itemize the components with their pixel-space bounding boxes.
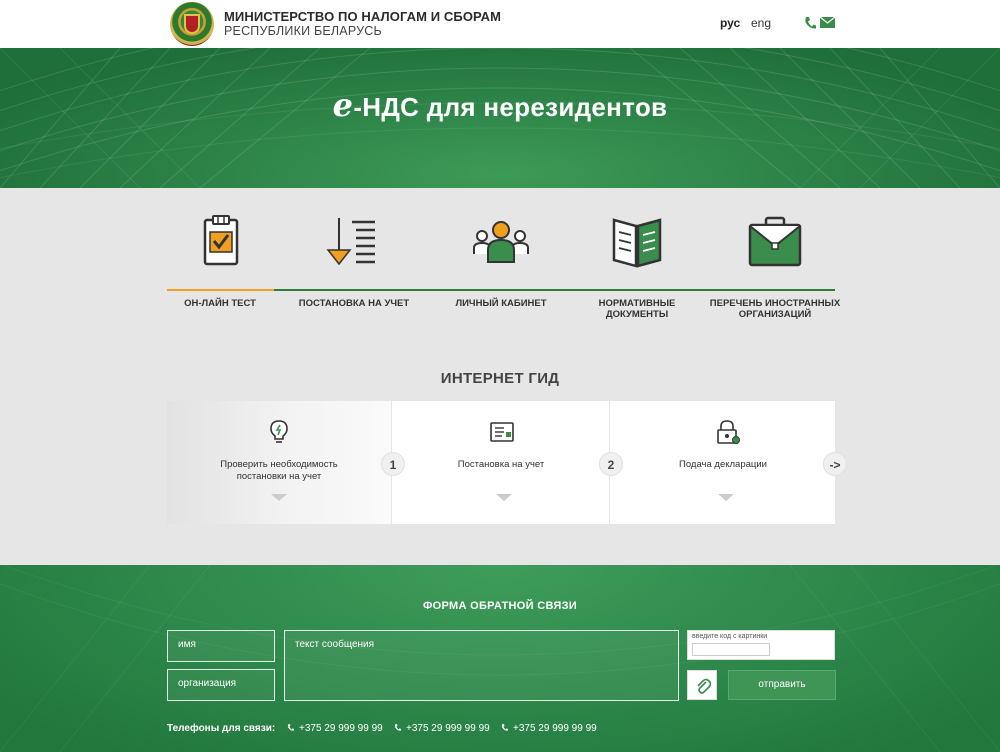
captcha-input[interactable] <box>692 643 770 656</box>
phone-icon <box>287 724 294 731</box>
guide-card-label: Проверить необходимость постановки на уч… <box>220 459 338 482</box>
guide-card-label: Подача декларации <box>679 459 767 470</box>
lock-icon <box>717 420 740 444</box>
ministry-emblem-logo[interactable] <box>170 2 214 46</box>
phone-icon <box>394 724 401 731</box>
register-icon <box>326 218 375 266</box>
nav-label: ОН-ЛАЙН ТЕСТ <box>184 298 256 309</box>
phone-number-3[interactable]: +375 29 999 99 99 <box>500 723 597 734</box>
feedback-section: ФОРМА ОБРАТНОЙ СВЯЗИ имя организация тек… <box>0 565 1000 752</box>
checklist-icon <box>203 215 239 266</box>
phone-number-1[interactable]: +375 29 999 99 99 <box>286 723 383 734</box>
phone-number-2[interactable]: +375 29 999 99 99 <box>393 723 490 734</box>
phone-icon <box>501 724 508 731</box>
chevron-down-icon <box>496 494 512 501</box>
attach-button[interactable] <box>687 670 717 700</box>
chevron-down-icon <box>718 494 734 501</box>
document-icon <box>490 422 514 442</box>
step-next-arrow[interactable]: -> <box>823 452 847 476</box>
nav-item-documents[interactable]: НОРМАТИВНЫЕ ДОКУМЕНТЫ <box>570 210 704 335</box>
phone-icon[interactable] <box>803 15 817 31</box>
message-textarea[interactable]: текст сообщения <box>284 630 679 701</box>
nav-label: ПЕРЕЧЕНЬ ИНОСТРАННЫХ ОРГАНИЗАЦИЙ <box>709 298 841 320</box>
captcha-label: введите код с картинки <box>692 633 768 640</box>
organization-input[interactable]: организация <box>167 669 275 701</box>
chevron-down-icon <box>271 494 287 501</box>
hero-title-e: e <box>332 86 354 124</box>
phone-number-text: +375 29 999 99 99 <box>513 723 597 734</box>
guide-title: ИНТЕРНЕТ ГИД <box>440 370 560 387</box>
mail-icon[interactable] <box>820 17 835 28</box>
lang-en-link[interactable]: eng <box>751 16 771 30</box>
lightbulb-icon <box>270 420 288 443</box>
captcha-box: введите код с картинки <box>687 630 835 660</box>
users-icon <box>473 221 529 263</box>
briefcase-icon <box>748 216 802 267</box>
nav-label: НОРМАТИВНЫЕ ДОКУМЕНТЫ <box>598 298 676 320</box>
book-icon <box>612 218 662 268</box>
hero-title-text: -НДС для нерезидентов <box>353 92 668 122</box>
guide-card-declaration[interactable]: Подача декларации <box>609 401 835 524</box>
paperclip-icon <box>697 678 711 694</box>
org-name-line2: РЕСПУБЛИКИ БЕЛАРУСЬ <box>224 24 382 38</box>
nav-item-personal-cabinet[interactable]: ЛИЧНЫЙ КАБИНЕТ <box>434 210 568 335</box>
nav-item-registration[interactable]: ПОСТАНОВКА НА УЧЕТ <box>287 210 421 335</box>
nav-label: ЛИЧНЫЙ КАБИНЕТ <box>455 298 547 309</box>
nav-item-online-test[interactable]: ОН-ЛАЙН ТЕСТ <box>153 210 287 335</box>
guide-card-check[interactable]: Проверить необходимость постановки на уч… <box>167 401 391 524</box>
guide-card-registration[interactable]: Постановка на учет <box>391 401 609 524</box>
nav-item-foreign-orgs[interactable]: ПЕРЕЧЕНЬ ИНОСТРАННЫХ ОРГАНИЗАЦИЙ <box>708 210 842 335</box>
lang-ru-link[interactable]: рус <box>720 16 740 30</box>
hero-banner: e-НДС для нерезидентов <box>0 48 1000 188</box>
phones-label: Телефоны для связи: <box>167 723 276 734</box>
step-badge-2: 2 <box>599 452 623 476</box>
hero-title: e-НДС для нерезидентов <box>0 86 1000 124</box>
step-badge-1: 1 <box>381 452 405 476</box>
feedback-title: ФОРМА ОБРАТНОЙ СВЯЗИ <box>422 600 578 612</box>
send-button[interactable]: отправить <box>728 670 836 700</box>
org-name-line1: МИНИСТЕРСТВО ПО НАЛОГАМ И СБОРАМ <box>224 9 502 24</box>
nav-label: ПОСТАНОВКА НА УЧЕТ <box>298 298 410 309</box>
phone-number-text: +375 29 999 99 99 <box>406 723 490 734</box>
guide-card-label: Постановка на учет <box>457 459 545 470</box>
site-header: МИНИСТЕРСТВО ПО НАЛОГАМ И СБОРАМ РЕСПУБЛ… <box>0 0 1000 48</box>
name-input[interactable]: имя <box>167 630 275 662</box>
phone-number-text: +375 29 999 99 99 <box>299 723 383 734</box>
